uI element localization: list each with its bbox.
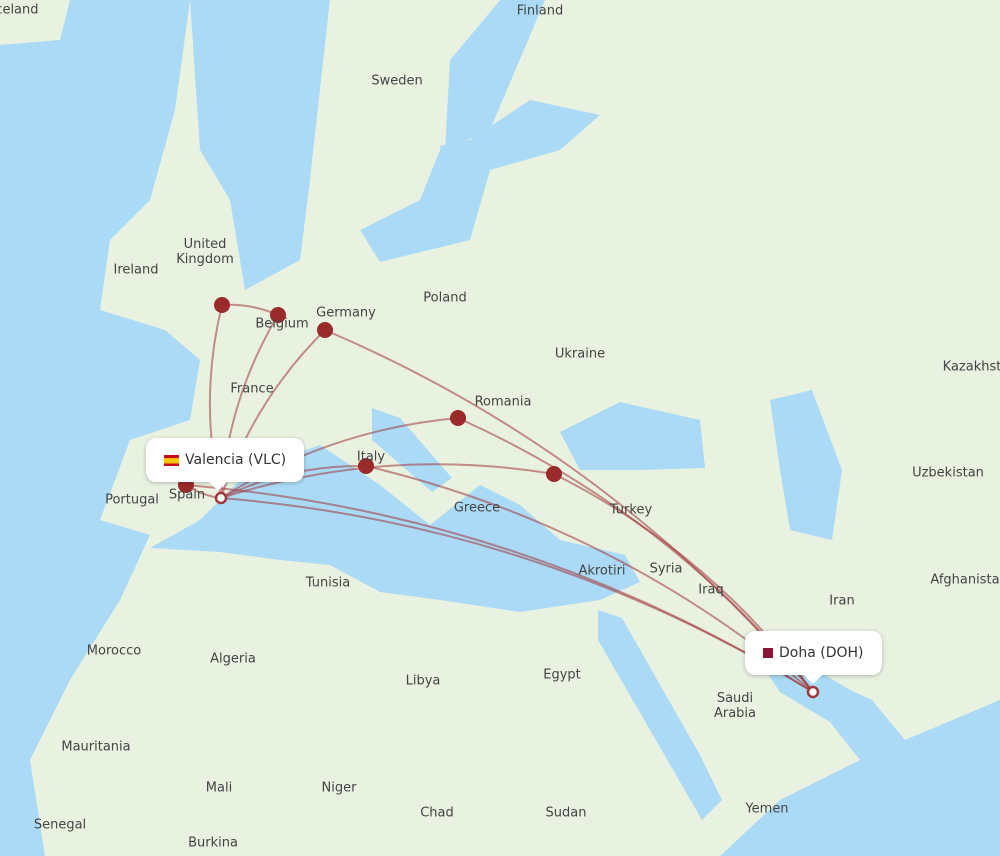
airport-marker-ist[interactable] bbox=[546, 466, 562, 482]
country-label: Finland bbox=[516, 3, 564, 19]
country-label: Ukraine bbox=[554, 346, 606, 362]
country-label: Burkina bbox=[188, 835, 238, 851]
country-label: Belgium bbox=[255, 316, 309, 332]
country-label: Iraq bbox=[698, 582, 724, 598]
sea-caspian bbox=[770, 390, 842, 540]
country-label: Uzbekistan bbox=[912, 465, 984, 481]
country-label: Syria bbox=[649, 561, 683, 577]
route-LHR-BRU bbox=[221, 303, 279, 316]
country-label: Germany bbox=[316, 305, 376, 321]
country-label: Sweden bbox=[371, 73, 423, 89]
airport-marker-fra[interactable] bbox=[317, 322, 333, 338]
spain-flag-icon bbox=[164, 454, 179, 466]
country-label: Iran bbox=[829, 593, 855, 609]
sea-red bbox=[598, 610, 722, 820]
route-map[interactable]: Iceland Finland Sweden UnitedKingdom Ireland… bbox=[0, 0, 1000, 856]
country-label: Chad bbox=[420, 805, 454, 821]
country-label: Turkey bbox=[609, 502, 653, 518]
country-label: Egypt bbox=[543, 667, 581, 683]
airport-marker-beg[interactable] bbox=[450, 410, 466, 426]
country-label: Mauritania bbox=[61, 739, 131, 755]
airport-marker-doh[interactable] bbox=[806, 685, 820, 699]
country-label: Morocco bbox=[86, 643, 142, 659]
country-label: Akrotiri bbox=[578, 563, 626, 579]
country-label: Portugal bbox=[105, 492, 159, 508]
country-label: Afghanista bbox=[930, 572, 1000, 588]
country-label: Spain bbox=[168, 487, 206, 503]
destination-popup[interactable]: Doha (DOH) bbox=[745, 631, 882, 684]
country-label: Sudan bbox=[545, 805, 587, 821]
country-label: Italy bbox=[356, 449, 386, 465]
sea-areas bbox=[0, 0, 1000, 856]
country-label: Romania bbox=[474, 394, 532, 410]
destination-label: Doha (DOH) bbox=[779, 645, 864, 661]
sea-black bbox=[560, 402, 705, 470]
country-label: Yemen bbox=[745, 801, 789, 817]
country-label: Greece bbox=[453, 500, 501, 516]
country-label: Tunisia bbox=[305, 575, 351, 591]
airport-marker-lhr[interactable] bbox=[214, 297, 230, 313]
airport-marker-vlc[interactable] bbox=[214, 491, 228, 505]
origin-popup[interactable]: Valencia (VLC) bbox=[146, 438, 305, 491]
country-label: Niger bbox=[321, 780, 357, 796]
country-label: Algeria bbox=[210, 651, 256, 667]
map-basemap bbox=[0, 0, 1000, 856]
qatar-flag-icon bbox=[763, 648, 773, 658]
country-label: Senegal bbox=[33, 817, 87, 833]
country-label: Libya bbox=[405, 673, 441, 689]
country-label: Ireland bbox=[113, 262, 159, 278]
country-label: Mali bbox=[205, 780, 233, 796]
origin-label: Valencia (VLC) bbox=[185, 452, 287, 468]
country-label: Poland bbox=[423, 290, 467, 306]
country-label: Iceland bbox=[0, 2, 39, 18]
country-label: Kazakhst bbox=[942, 359, 1000, 375]
sea-atlantic bbox=[0, 0, 200, 856]
country-label: United Kingdom bbox=[176, 237, 234, 267]
country-label: France bbox=[230, 381, 274, 397]
country-label: Saudi Arabia bbox=[713, 691, 757, 721]
